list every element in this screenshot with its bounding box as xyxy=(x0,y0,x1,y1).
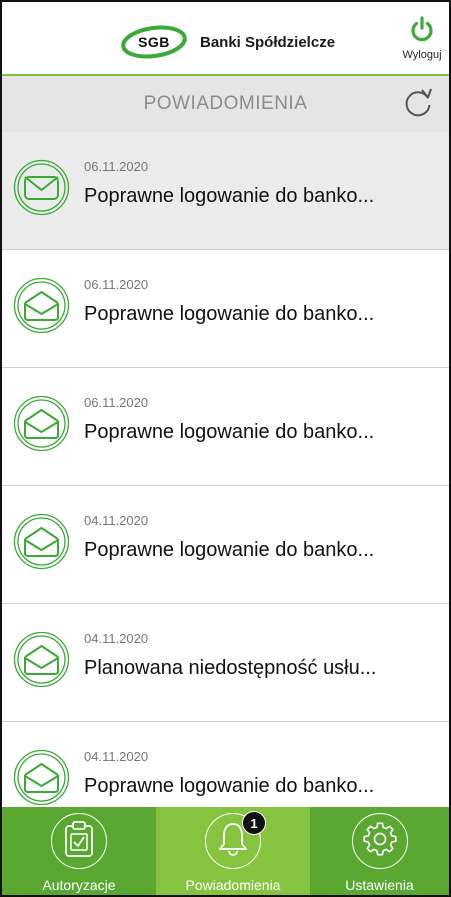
brand-name: Banki Spółdzielcze xyxy=(200,33,336,51)
notification-count-badge: 1 xyxy=(242,811,266,835)
logout-label: Wyloguj xyxy=(402,49,442,61)
tab-icon-circle xyxy=(51,813,107,869)
power-icon xyxy=(410,16,434,47)
refresh-icon xyxy=(401,88,435,124)
notification-item[interactable]: 06.11.2020 Poprawne logowanie do banko... xyxy=(2,132,449,250)
logo-text: SGB xyxy=(138,34,170,50)
refresh-button[interactable] xyxy=(401,86,435,120)
tab-label-powiadomienia: Powiadomienia xyxy=(185,877,281,893)
tab-autoryzacje[interactable]: Autoryzacje xyxy=(2,807,156,895)
envelope-icon xyxy=(13,159,70,216)
notification-text: Poprawne logowanie do banko... xyxy=(84,303,375,325)
bottom-nav: Autoryzacje 1 Powiadomienia Ustawienia xyxy=(2,807,449,895)
sgb-logo: SGB xyxy=(120,24,188,60)
notification-date: 04.11.2020 xyxy=(84,631,149,646)
gear-icon xyxy=(362,821,398,862)
notification-item[interactable]: 06.11.2020 Poprawne logowanie do banko... xyxy=(2,250,449,368)
notification-date: 04.11.2020 xyxy=(84,513,149,528)
page-title: POWIADOMIENIA xyxy=(143,93,308,114)
notification-text: Planowana niedostępność usłu... xyxy=(84,657,377,679)
notification-item[interactable]: 06.11.2020 Poprawne logowanie do banko... xyxy=(2,368,449,486)
envelope-open-icon xyxy=(13,631,70,688)
envelope-open-icon xyxy=(13,749,70,806)
notification-date: 04.11.2020 xyxy=(84,749,149,764)
notification-text: Poprawne logowanie do banko... xyxy=(84,775,375,797)
notification-date: 06.11.2020 xyxy=(84,159,149,174)
title-bar: POWIADOMIENIA xyxy=(2,76,449,132)
tab-label-autoryzacje: Autoryzacje xyxy=(42,877,116,893)
clipboard-check-icon xyxy=(62,820,96,863)
notification-item[interactable]: 04.11.2020 Planowana niedostępność usłu..… xyxy=(2,604,449,722)
tab-label-ustawienia: Ustawienia xyxy=(345,877,414,893)
tab-powiadomienia[interactable]: 1 Powiadomienia xyxy=(156,807,310,895)
notifications-list: 06.11.2020 Poprawne logowanie do banko...… xyxy=(2,132,449,840)
app-header: SGB Banki Spółdzielcze Wyloguj xyxy=(2,2,449,76)
notification-text: Poprawne logowanie do banko... xyxy=(84,185,375,207)
notification-date: 06.11.2020 xyxy=(84,277,149,292)
notification-item[interactable]: 04.11.2020 Poprawne logowanie do banko... xyxy=(2,486,449,604)
app-frame: SGB Banki Spółdzielcze Wyloguj POWIADOMI… xyxy=(0,0,451,897)
notification-text: Poprawne logowanie do banko... xyxy=(84,539,375,561)
notification-date: 06.11.2020 xyxy=(84,395,149,410)
tab-ustawienia[interactable]: Ustawienia xyxy=(310,807,449,895)
logout-button[interactable]: Wyloguj xyxy=(398,16,446,61)
tab-icon-circle xyxy=(351,813,408,869)
envelope-open-icon xyxy=(13,513,70,570)
brand: SGB Banki Spółdzielcze xyxy=(120,24,335,60)
notification-text: Poprawne logowanie do banko... xyxy=(84,421,375,443)
envelope-open-icon xyxy=(13,395,70,452)
envelope-open-icon xyxy=(13,277,70,334)
